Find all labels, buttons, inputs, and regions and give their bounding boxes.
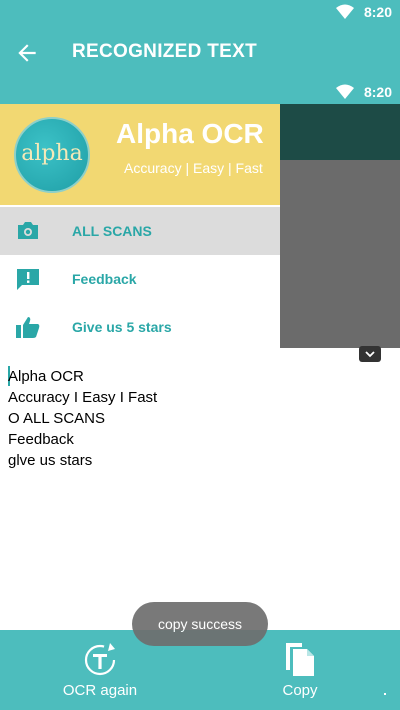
collapse-image-button[interactable] — [359, 346, 381, 362]
text-line: glve us stars — [8, 452, 93, 469]
menu-item-all-scans: ALL SCANS — [0, 207, 280, 255]
menu-item-feedback: Feedback — [0, 255, 280, 303]
text-line: Feedback — [8, 431, 74, 448]
thumbs-up-icon — [16, 317, 40, 338]
menu-label: Feedback — [72, 271, 137, 287]
status-time: 8:20 — [363, 4, 392, 20]
status-bar: 8:20 — [0, 0, 400, 24]
menu-item-rate: Give us 5 stars — [0, 303, 280, 348]
refresh-ocr-icon — [84, 643, 116, 676]
alpha-logo: alpha — [14, 117, 90, 193]
wifi-icon — [336, 4, 354, 19]
menu-label: Give us 5 stars — [72, 319, 172, 335]
recognized-text-area[interactable]: Alpha OCR Accuracy I Easy I Fast O ALL S… — [8, 366, 392, 471]
ocr-again-label: OCR again — [62, 682, 138, 699]
menu-label: ALL SCANS — [72, 223, 152, 239]
scanned-image: 8:20 alpha Alpha OCR Accuracy | Easy | F… — [0, 80, 400, 348]
feedback-icon — [17, 269, 39, 290]
image-app-bar — [280, 104, 400, 160]
copy-label: Copy — [282, 682, 318, 699]
copy-icon — [286, 643, 314, 676]
wifi-icon — [336, 84, 354, 99]
text-line: O ALL SCANS — [8, 410, 105, 427]
chevron-down-icon — [365, 351, 375, 358]
camera-icon — [18, 222, 38, 239]
logo-text: alpha — [21, 141, 83, 166]
image-status-time: 8:20 — [363, 84, 392, 100]
image-status-bar: 8:20 — [0, 80, 400, 104]
drawer-header: alpha Alpha OCR Accuracy | Easy | Fast — [0, 104, 280, 205]
text-line: Alpha OCR — [8, 368, 84, 385]
text-line: Accuracy I Easy I Fast — [8, 389, 158, 406]
arrow-back-icon[interactable] — [14, 40, 40, 66]
copy-success-toast: copy success — [132, 602, 268, 646]
image-drawer: alpha Alpha OCR Accuracy | Easy | Fast A… — [0, 104, 280, 348]
app-bar: RECOGNIZED TEXT — [0, 24, 400, 80]
brand-name: Alpha OCR — [116, 118, 264, 149]
indicator-dot — [384, 693, 386, 695]
brand-tagline: Accuracy | Easy | Fast — [124, 160, 263, 176]
page-title: RECOGNIZED TEXT — [72, 41, 258, 62]
